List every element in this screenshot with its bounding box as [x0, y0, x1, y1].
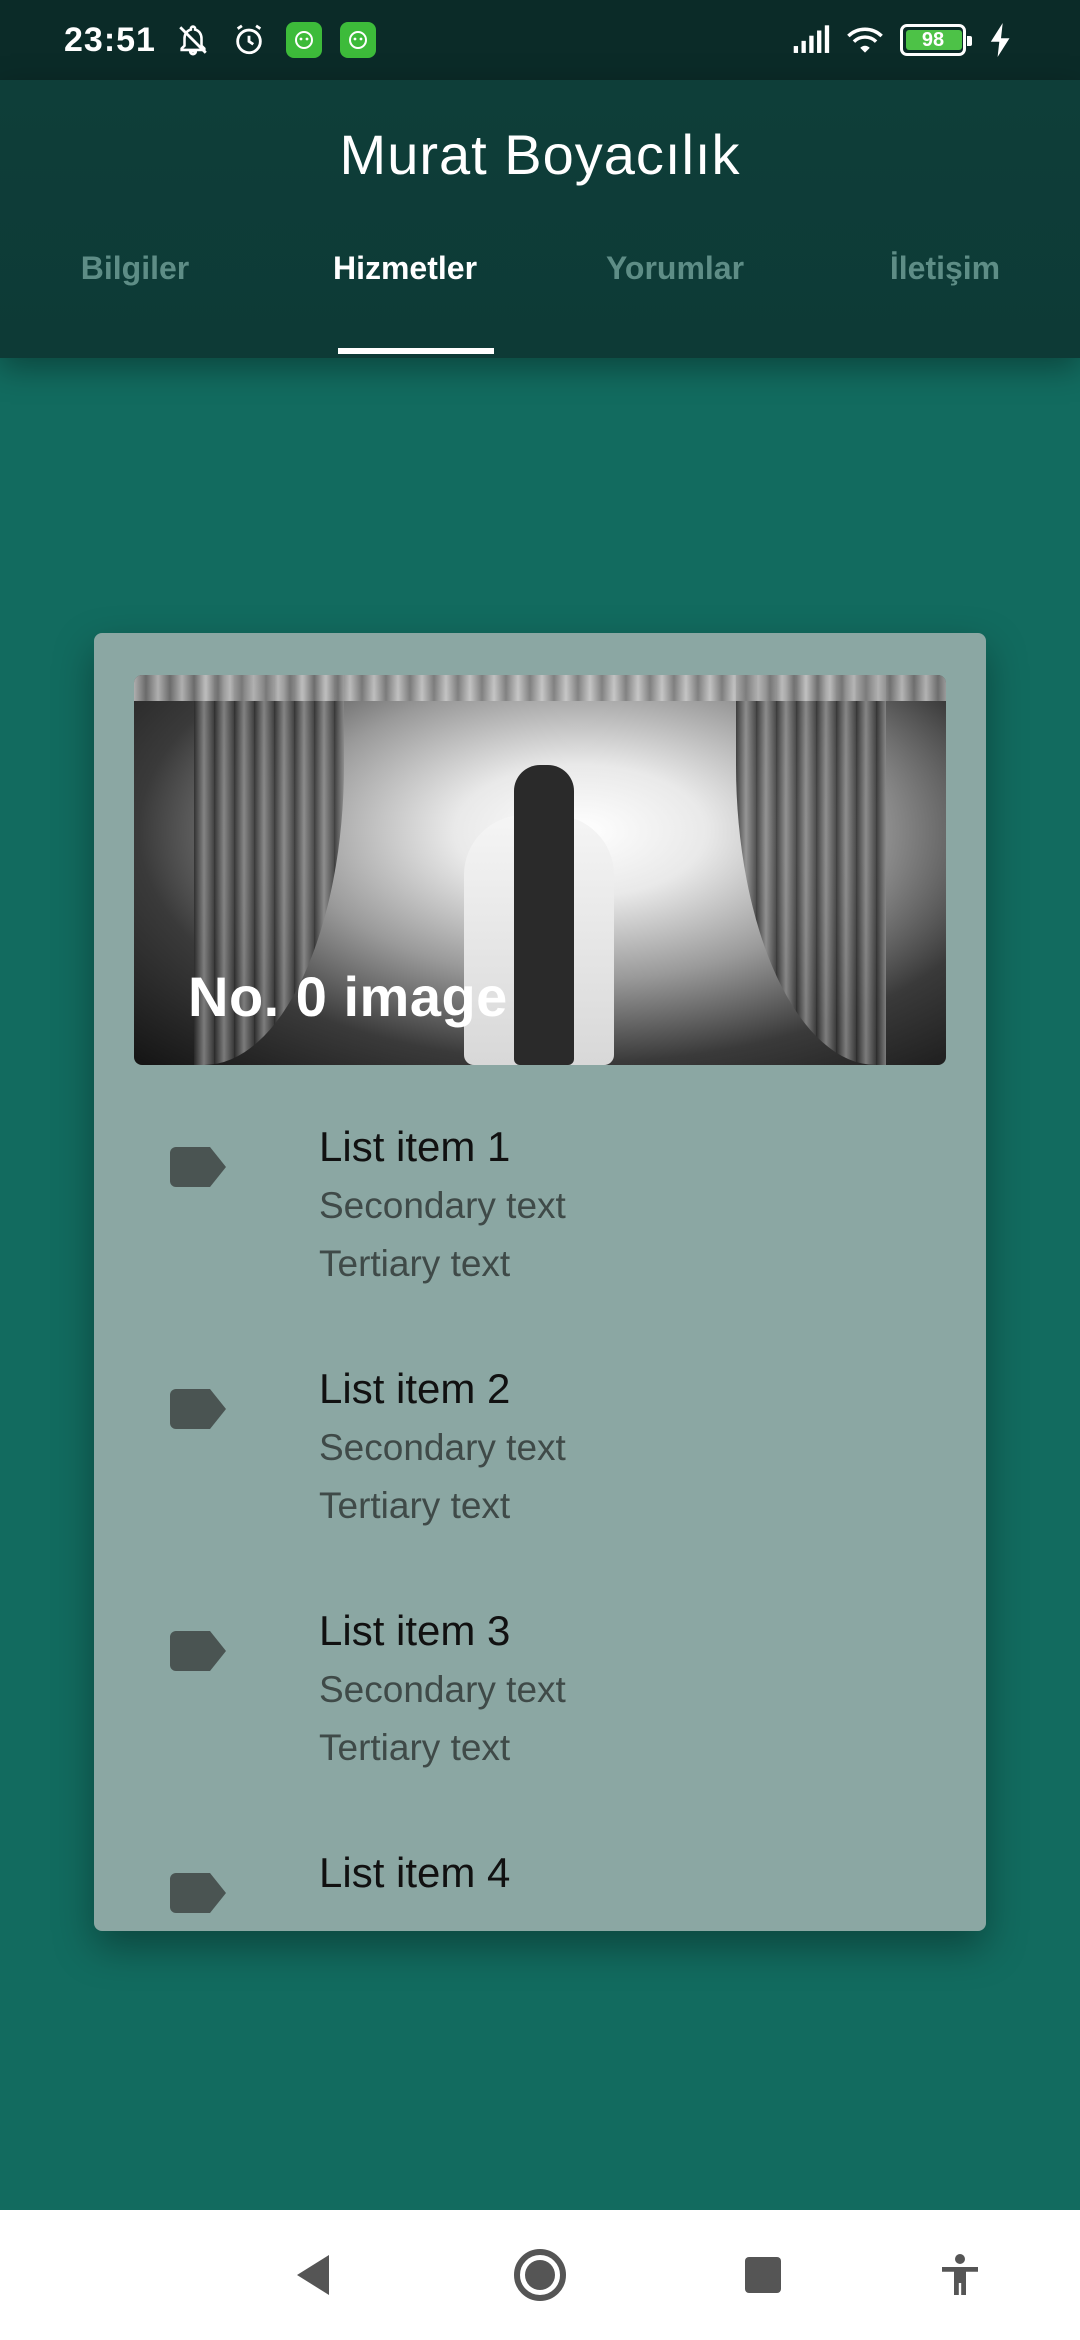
home-icon[interactable]: [510, 2245, 570, 2305]
service-list: List item 1 Secondary text Tertiary text…: [94, 1103, 986, 1931]
list-item[interactable]: List item 2 Secondary text Tertiary text: [94, 1345, 986, 1587]
wifi-icon: [846, 21, 884, 59]
page-title: Murat Boyacılık: [339, 123, 741, 186]
list-item-primary: List item 1: [319, 1123, 511, 1170]
list-item-text: List item 1 Secondary text Tertiary text: [319, 1117, 566, 1293]
list-item[interactable]: List item 3 Secondary text Tertiary text: [94, 1587, 986, 1829]
image-caption: No. 0 image: [188, 965, 508, 1028]
status-left: 23:51: [64, 21, 376, 60]
list-item[interactable]: List item 1 Secondary text Tertiary text: [94, 1103, 986, 1345]
tab-yorumlar[interactable]: Yorumlar: [540, 250, 810, 358]
list-item-secondary: Secondary text: [319, 1185, 566, 1226]
curtain-valance: [134, 675, 946, 701]
back-icon[interactable]: [283, 2245, 343, 2305]
tab-indicator: [338, 348, 494, 354]
list-item-text: List item 4: [319, 1843, 510, 1903]
list-item-primary: List item 3: [319, 1607, 511, 1654]
status-time: 23:51: [64, 20, 156, 59]
curtain-right: [736, 675, 886, 1065]
list-item[interactable]: List item 4: [94, 1829, 986, 1931]
alarm-icon: [230, 21, 268, 59]
status-right: 98: [792, 21, 1020, 59]
list-item-text: List item 2 Secondary text Tertiary text: [319, 1359, 566, 1535]
groom-suit: [514, 765, 574, 1065]
list-item-tertiary: Tertiary text: [319, 1243, 511, 1284]
list-item-tertiary: Tertiary text: [319, 1485, 511, 1526]
tab-bilgiler[interactable]: Bilgiler: [0, 250, 270, 358]
label-icon: [170, 1631, 226, 1671]
list-item-secondary: Secondary text: [319, 1669, 566, 1710]
list-item-text: List item 3 Secondary text Tertiary text: [319, 1601, 566, 1777]
list-item-secondary: Secondary text: [319, 1427, 566, 1468]
charging-icon: [982, 21, 1020, 59]
tab-label: Yorumlar: [605, 250, 745, 286]
status-bar: 23:51 98: [0, 0, 1080, 80]
list-item-primary: List item 4: [319, 1849, 511, 1896]
card-image[interactable]: No. 0 image: [134, 675, 946, 1065]
label-icon: [170, 1147, 226, 1187]
app-icon: [285, 22, 322, 58]
tab-bar: Bilgiler Hizmetler Yorumlar İletişim: [0, 250, 1080, 358]
list-item-tertiary: Tertiary text: [319, 1727, 511, 1768]
recents-icon[interactable]: [733, 2245, 793, 2305]
system-nav-bar: [0, 2210, 1080, 2340]
signal-icon: [792, 21, 830, 59]
battery-level: 98: [921, 28, 945, 51]
app-icon: [339, 22, 376, 58]
notifications-off-icon: [174, 21, 212, 59]
tab-label: Bilgiler: [80, 250, 190, 286]
tab-iletisim[interactable]: İletişim: [810, 250, 1080, 358]
label-icon: [170, 1389, 226, 1429]
accessibility-icon[interactable]: [930, 2245, 990, 2305]
list-item-primary: List item 2: [319, 1365, 511, 1412]
tab-hizmetler[interactable]: Hizmetler: [270, 250, 540, 358]
services-card: No. 0 image List item 1 Secondary text T…: [94, 633, 986, 1931]
label-icon: [170, 1873, 226, 1913]
tab-label: Hizmetler: [332, 250, 478, 286]
app-bar: Murat Boyacılık Bilgiler Hizmetler Yorum…: [0, 80, 1080, 358]
battery-icon: 98: [900, 24, 972, 56]
tab-label: İletişim: [889, 250, 1001, 286]
